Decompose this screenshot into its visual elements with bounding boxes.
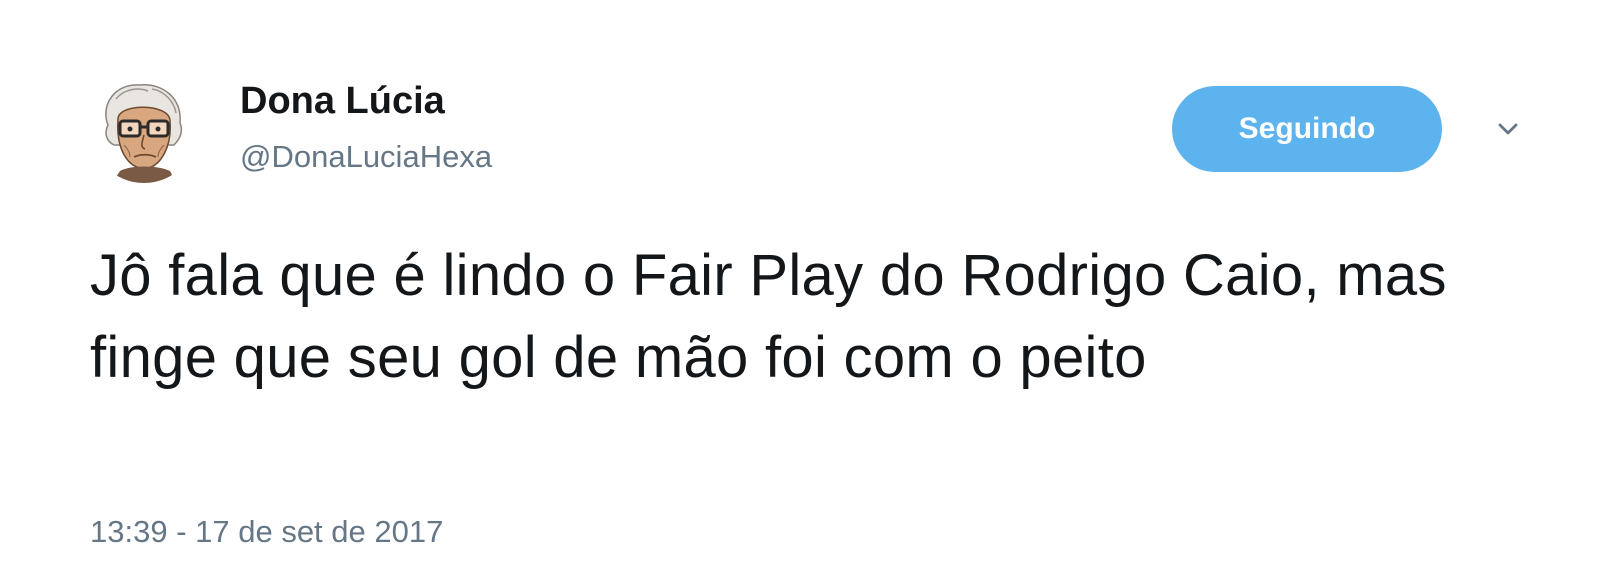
author-handle[interactable]: @DonaLuciaHexa xyxy=(240,137,492,177)
author-avatar[interactable] xyxy=(90,75,198,183)
tweet-menu-button[interactable] xyxy=(1491,118,1525,142)
author-display-name[interactable]: Dona Lúcia xyxy=(240,78,445,124)
tweet-card: Dona Lúcia @DonaLuciaHexa Seguindo Jô fa… xyxy=(0,0,1621,575)
tweet-timestamp[interactable]: 13:39 - 17 de set de 2017 xyxy=(90,512,443,552)
tweet-text: Jô fala que é lindo o Fair Play do Rodri… xyxy=(90,243,1447,390)
following-button[interactable]: Seguindo xyxy=(1172,86,1442,172)
elderly-woman-avatar-icon xyxy=(105,84,183,183)
chevron-down-icon xyxy=(1498,123,1518,135)
